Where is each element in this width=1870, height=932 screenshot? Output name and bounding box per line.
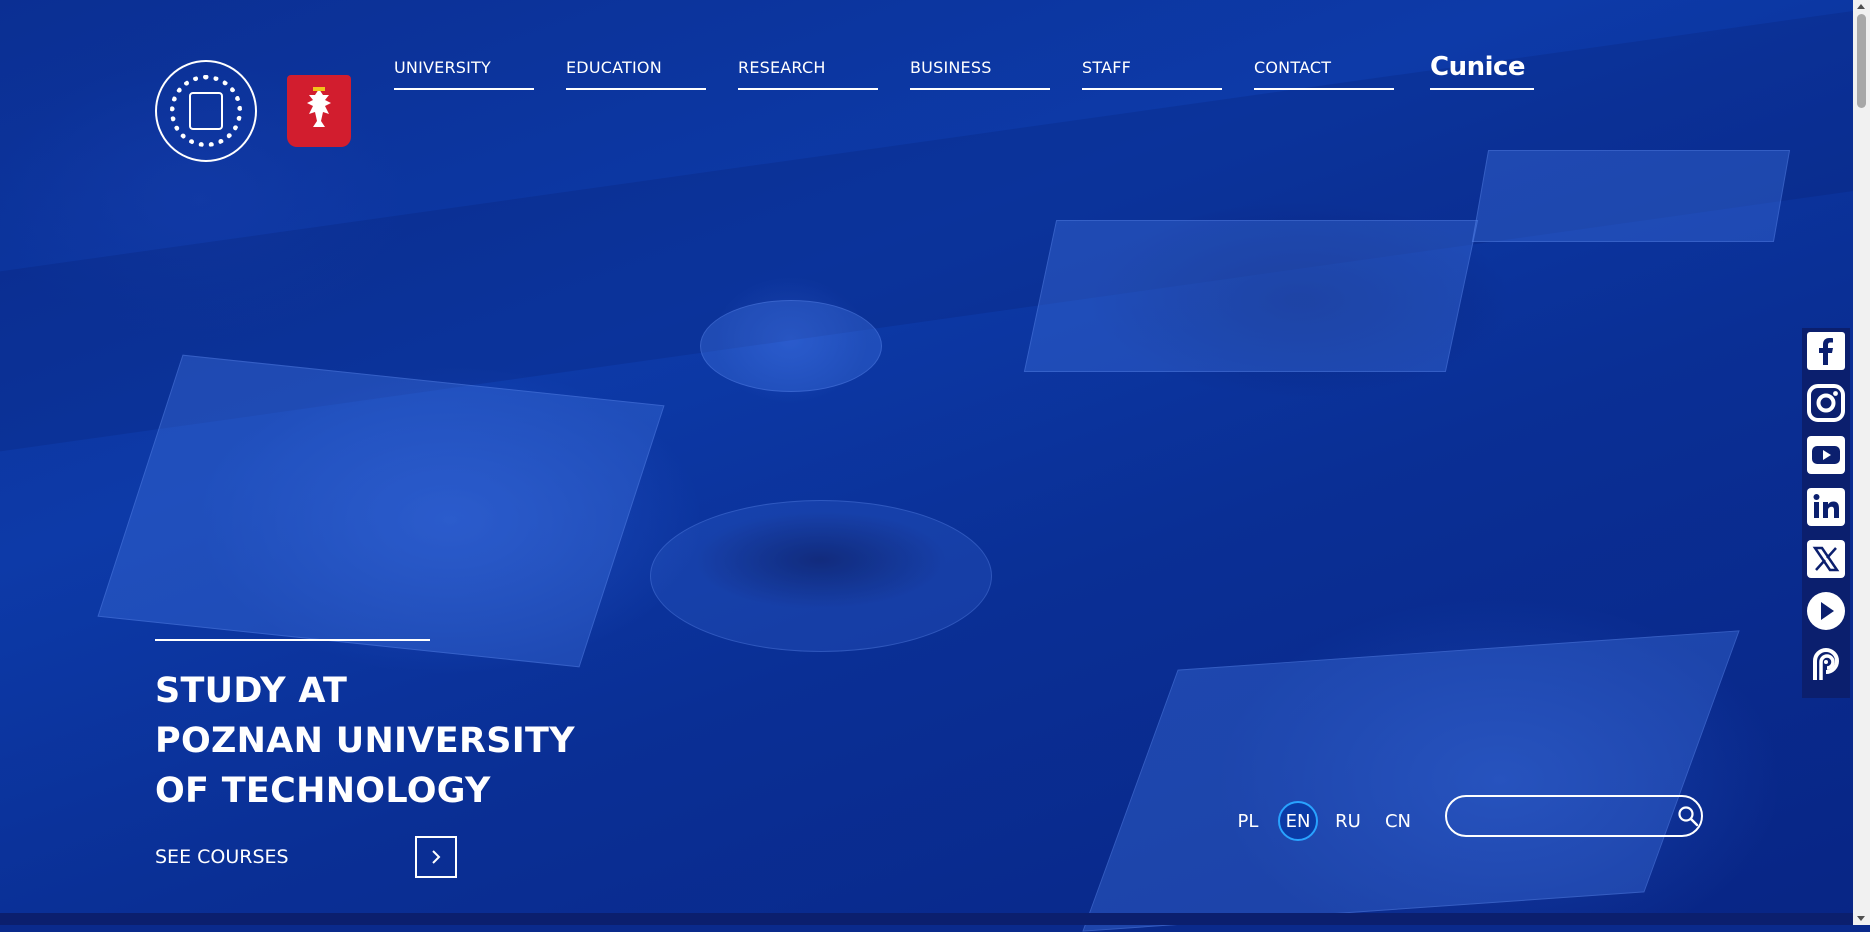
nav-university[interactable]: UNIVERSITY [394,58,534,90]
hero-title-line-2: POZNAN UNIVERSITY [155,721,575,761]
main-navigation: UNIVERSITY EDUCATION RESEARCH BUSINESS S… [394,58,1426,90]
unice-logo-text: Cunice [1430,52,1526,82]
nav-business[interactable]: BUSINESS [910,58,1050,90]
linkedin-icon[interactable] [1805,486,1847,528]
eagle-icon [307,87,331,127]
x-twitter-icon[interactable] [1805,538,1847,580]
podcast-icon[interactable] [1805,642,1847,684]
facebook-icon[interactable] [1805,330,1847,372]
play-icon[interactable] [1805,590,1847,632]
header-logos [155,60,351,162]
search-icon[interactable] [1674,797,1701,835]
hero-title-line-1: STUDY AT [155,671,348,711]
youtube-icon[interactable] [1805,434,1847,476]
nav-contact[interactable]: CONTACT [1254,58,1394,90]
lang-en[interactable]: EN [1278,801,1318,841]
scroll-up-arrow-icon[interactable] [1857,4,1865,9]
social-sidebar [1802,328,1850,698]
page-scrollbar[interactable] [1853,0,1870,925]
nav-research[interactable]: RESEARCH [738,58,878,90]
search-box [1445,795,1703,837]
scroll-down-arrow-icon[interactable] [1857,916,1865,921]
poland-emblem-logo[interactable] [287,75,351,147]
hero-title-line-3: OF TECHNOLOGY [155,771,491,811]
next-section-edge [0,913,1853,925]
put-logo[interactable] [155,60,257,162]
see-courses-link[interactable]: SEE COURSES [155,836,457,878]
nav-staff[interactable]: STAFF [1082,58,1222,90]
search-input[interactable] [1447,806,1674,826]
unice-logo-link[interactable]: Cunice [1430,52,1534,90]
lang-cn[interactable]: CN [1378,801,1418,841]
hero-title: STUDY AT POZNAN UNIVERSITY OF TECHNOLOGY [155,666,575,816]
lang-pl[interactable]: PL [1228,801,1268,841]
lang-ru[interactable]: RU [1328,801,1368,841]
nav-education[interactable]: EDUCATION [566,58,706,90]
instagram-icon[interactable] [1805,382,1847,424]
scrollbar-thumb[interactable] [1857,14,1866,108]
see-courses-label: SEE COURSES [155,846,289,868]
chevron-right-icon[interactable] [415,836,457,878]
language-switcher: PL EN RU CN [1228,801,1418,841]
hero-divider [155,639,430,641]
